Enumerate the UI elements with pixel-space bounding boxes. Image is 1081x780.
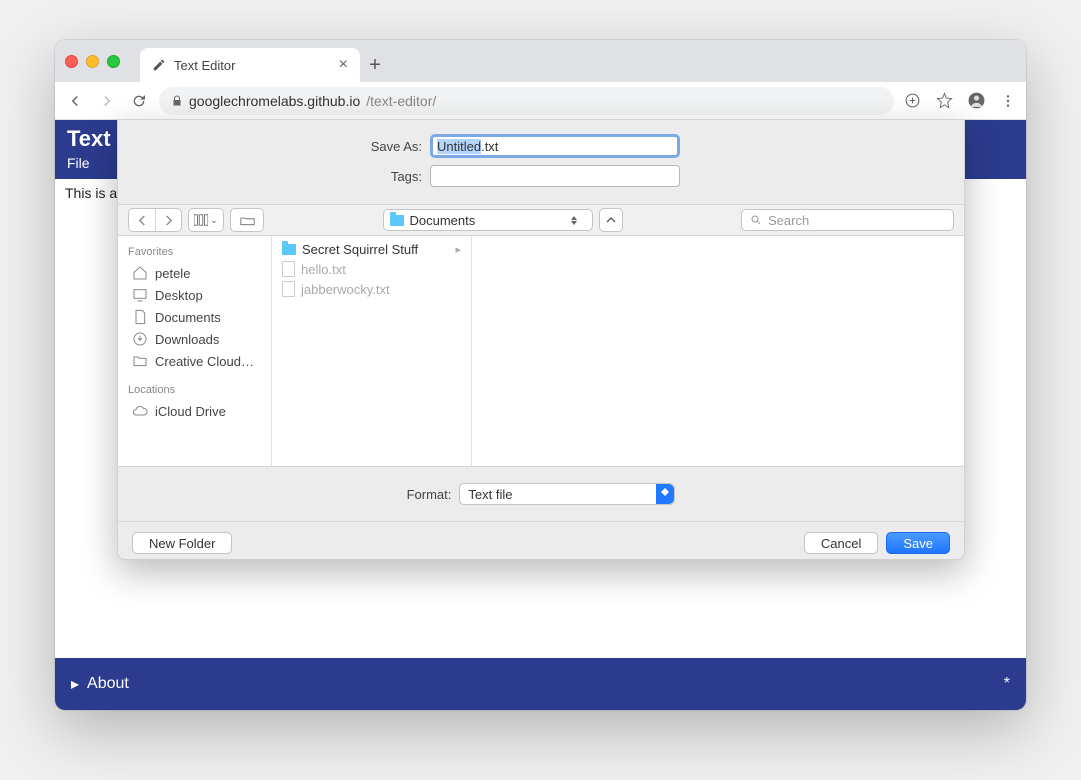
sidebar-item-downloads[interactable]: Downloads: [118, 328, 271, 350]
folder-icon: [282, 244, 296, 255]
back-button[interactable]: [63, 89, 87, 113]
sidebar-item-icloud[interactable]: iCloud Drive: [118, 400, 271, 422]
browser-tab[interactable]: Text Editor ×: [140, 48, 360, 82]
profile-icon[interactable]: [966, 91, 986, 111]
lock-icon: [171, 95, 183, 107]
minimize-window-icon[interactable]: [86, 55, 99, 68]
file-row[interactable]: jabberwocky.txt: [272, 279, 471, 299]
dialog-toolbar: ⌄ Documents Search: [118, 204, 964, 236]
url-path: /text-editor/: [366, 93, 436, 109]
menu-icon[interactable]: [998, 91, 1018, 111]
save-button[interactable]: Save: [886, 532, 950, 554]
file-icon: [282, 261, 295, 277]
format-label: Format:: [407, 487, 452, 502]
chevron-right-icon: ▸: [455, 243, 461, 256]
search-input[interactable]: Search: [741, 209, 954, 231]
file-icon: [282, 281, 295, 297]
dialog-header: Save As: Untitled.txt Tags:: [118, 120, 964, 204]
file-row-folder[interactable]: Secret Squirrel Stuff ▸: [272, 240, 471, 259]
install-icon[interactable]: [902, 91, 922, 111]
file-row[interactable]: hello.txt: [272, 259, 471, 279]
disclosure-icon[interactable]: ▸: [71, 674, 79, 694]
window-controls: [65, 55, 120, 68]
nav-forward[interactable]: [155, 209, 181, 231]
collapse-button[interactable]: [599, 208, 623, 232]
save-dialog: Save As: Untitled.txt Tags: ⌄: [117, 120, 965, 560]
group-button[interactable]: [230, 208, 264, 232]
home-icon: [132, 265, 148, 281]
desktop-icon: [132, 287, 148, 303]
sidebar-locations-header: Locations: [118, 380, 271, 400]
page-content: Text File This is a n ▸ About * Save As:…: [55, 120, 1026, 710]
cancel-button[interactable]: Cancel: [804, 532, 878, 554]
tab-title: Text Editor: [174, 58, 235, 73]
dialog-body: Favorites petele Desktop Documents Downl…: [118, 236, 964, 466]
url-host: googlechromelabs.github.io: [189, 93, 360, 109]
browser-actions: [902, 91, 1018, 111]
new-folder-button[interactable]: New Folder: [132, 532, 232, 554]
pencil-icon: [152, 58, 166, 72]
sidebar-item-home[interactable]: petele: [118, 262, 271, 284]
sidebar-item-creative-cloud[interactable]: Creative Cloud…: [118, 350, 271, 372]
location-name: Documents: [410, 213, 476, 228]
nav-back-forward: [128, 208, 182, 232]
downloads-icon: [132, 331, 148, 347]
browser-tabstrip: Text Editor × +: [55, 40, 1026, 82]
tags-input[interactable]: [430, 165, 680, 187]
file-column: Secret Squirrel Stuff ▸ hello.txt jabber…: [272, 236, 472, 466]
forward-button[interactable]: [95, 89, 119, 113]
cloud-icon: [132, 403, 148, 419]
saveas-selected: Untitled: [437, 139, 481, 154]
documents-icon: [132, 309, 148, 325]
new-tab-button[interactable]: +: [360, 48, 390, 82]
format-select[interactable]: Text file: [459, 483, 675, 505]
saveas-input[interactable]: Untitled.txt: [430, 134, 680, 158]
address-bar[interactable]: googlechromelabs.github.io/text-editor/: [159, 87, 894, 115]
sidebar-item-documents[interactable]: Documents: [118, 306, 271, 328]
file-column-empty: [472, 236, 964, 466]
tags-label: Tags:: [142, 169, 422, 184]
browser-toolbar: googlechromelabs.github.io/text-editor/: [55, 82, 1026, 120]
browser-window: Text Editor × + googlechromelabs.github.…: [55, 40, 1026, 710]
columns-icon: [194, 214, 208, 226]
nav-back[interactable]: [129, 209, 155, 231]
bookmark-icon[interactable]: [934, 91, 954, 111]
search-icon: [750, 214, 762, 226]
app-footer: ▸ About *: [55, 658, 1026, 710]
sidebar-item-desktop[interactable]: Desktop: [118, 284, 271, 306]
format-value: Text file: [468, 487, 512, 502]
modified-indicator: *: [1004, 675, 1010, 693]
view-mode[interactable]: ⌄: [188, 208, 224, 232]
folder-icon: [132, 353, 148, 369]
select-arrow-icon: [656, 484, 674, 504]
close-tab-icon[interactable]: ×: [339, 56, 348, 74]
format-row: Format: Text file: [118, 466, 964, 521]
updown-icon: [568, 216, 580, 225]
sidebar-favorites-header: Favorites: [118, 242, 271, 262]
maximize-window-icon[interactable]: [107, 55, 120, 68]
footer-about[interactable]: About: [87, 675, 129, 693]
saveas-label: Save As:: [142, 139, 422, 154]
saveas-rest: .txt: [481, 139, 498, 154]
location-popup[interactable]: Documents: [383, 209, 593, 231]
reload-button[interactable]: [127, 89, 151, 113]
folder-outline-icon: [240, 215, 255, 226]
dialog-footer: New Folder Cancel Save: [118, 521, 964, 564]
sidebar: Favorites petele Desktop Documents Downl…: [118, 236, 272, 466]
close-window-icon[interactable]: [65, 55, 78, 68]
folder-icon: [390, 215, 404, 226]
search-placeholder: Search: [768, 213, 809, 228]
